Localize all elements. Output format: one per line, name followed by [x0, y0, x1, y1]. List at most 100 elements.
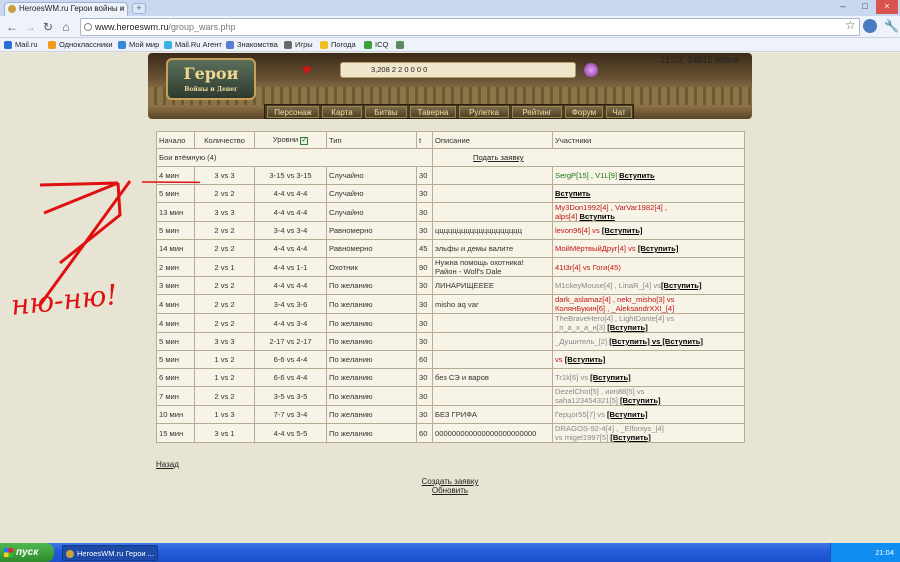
- join-link[interactable]: [Вступить]: [607, 323, 648, 332]
- participant-names[interactable]: dark_aslamaz[4] , nekr_misho[3] vs: [555, 296, 674, 305]
- bookmark-znakomstva[interactable]: Знакомства: [226, 38, 278, 52]
- participant-names[interactable]: saha123454321[5]: [555, 396, 620, 405]
- join-link[interactable]: [Вступить]: [638, 244, 679, 253]
- participant-names[interactable]: DezelChot[5] , иип88[5] vs: [555, 388, 644, 397]
- home-icon[interactable]: ⌂: [58, 19, 74, 35]
- join-link[interactable]: [Вступить] vs [Вступить]: [609, 337, 703, 346]
- join-link[interactable]: [Вступить]: [620, 396, 661, 405]
- cell-text: 30: [419, 318, 428, 328]
- cell-text: 3 vs 3: [214, 207, 235, 217]
- menu-chat[interactable]: Чат: [606, 106, 632, 118]
- minimize-icon[interactable]: –: [832, 0, 854, 14]
- cell-levels: 4-4 vs 4-4: [254, 184, 327, 203]
- join-link[interactable]: Вступить: [555, 189, 590, 198]
- resources-bar: 3,208 2 2 0 0 0 0: [340, 62, 576, 78]
- bookmark-label: Mail.Ru Агент: [175, 40, 222, 49]
- cell-text: 3 vs 3: [214, 337, 235, 346]
- menu-forum[interactable]: Форум: [565, 106, 603, 118]
- create-request-link[interactable]: Создать заявку: [420, 477, 480, 486]
- address-bar[interactable]: www.heroeswm.ru/group_wars.php: [80, 18, 860, 36]
- cell-text: 45: [419, 244, 428, 253]
- bookmark-mailru[interactable]: Mail.ru: [4, 38, 38, 52]
- bookmark-icq[interactable]: ICQ: [364, 38, 388, 52]
- menu-taverna[interactable]: Таверна: [410, 106, 456, 118]
- submit-request-link[interactable]: Подать заявку: [473, 153, 524, 162]
- cell-type: По желанию: [326, 368, 417, 387]
- participant-names[interactable]: M1ckeyMouse[4] , LinaR_[4] vs: [555, 281, 661, 290]
- participant-names[interactable]: _Душитель_[2]: [555, 337, 609, 346]
- participant-names[interactable]: levon96[4] vs: [555, 226, 602, 235]
- cell-count: 1 vs 2: [194, 368, 255, 387]
- join-link[interactable]: [Вступить]: [661, 281, 702, 290]
- menu-bitvy[interactable]: Битвы: [365, 106, 407, 118]
- participant-names[interactable]: КолянБукин[6] , _AleksandrXXI_[4]: [555, 304, 674, 313]
- bookmark-agent[interactable]: Mail.Ru Агент: [164, 38, 222, 52]
- cell-text: Равномерно: [329, 226, 373, 235]
- maximize-icon[interactable]: □: [854, 0, 876, 14]
- participant-names[interactable]: vs migel1997[5]: [555, 433, 610, 442]
- game-logo[interactable]: Герои Войны и Денег: [166, 58, 256, 100]
- cell-participants: levon96[4] vs [Вступить]: [552, 221, 745, 240]
- cell-text: эльфы и демы валите: [435, 244, 514, 253]
- join-link[interactable]: [Вступить]: [590, 373, 631, 382]
- cell-type: Случайно: [326, 166, 417, 185]
- bookmark-extra[interactable]: [396, 38, 407, 52]
- wrench-icon[interactable]: 🔧: [884, 19, 899, 33]
- bookmark-igry[interactable]: Игры: [284, 38, 313, 52]
- bookmark-odnoklassniki[interactable]: Одноклассники: [48, 38, 113, 52]
- join-link[interactable]: [Вступить]: [607, 410, 648, 419]
- bookmark-label: Mail.ru: [15, 40, 38, 49]
- forward-arrow-icon[interactable]: →: [22, 19, 38, 35]
- bookmark-moi-mir[interactable]: Мой мир: [118, 38, 159, 52]
- reload-icon[interactable]: ↻: [40, 19, 56, 35]
- cell-count: 1 vs 3: [194, 405, 255, 424]
- table-row: 14 мин 2 vs 2 4-4 vs 4-4 Равномерно 45 эльфы …: [156, 239, 745, 258]
- refresh-link[interactable]: Обновить: [420, 486, 480, 495]
- participant-names[interactable]: Герцог55[7] vs: [555, 410, 607, 419]
- cell-desc: [432, 184, 553, 203]
- bookmark-pogoda[interactable]: Погода: [320, 38, 356, 52]
- taskbar-browser-item[interactable]: HeroesWM.ru Герои ...: [62, 545, 158, 561]
- menu-ruletka[interactable]: Рулетка: [459, 106, 509, 118]
- cell-text: цццццццццццццццццццц: [435, 226, 522, 235]
- cell-text: 2 vs 2: [214, 244, 235, 253]
- participant-names[interactable]: SergP[15] , V1L[9]: [555, 171, 619, 180]
- cell-text: 30: [419, 299, 428, 309]
- start-button[interactable]: пуск: [0, 543, 54, 562]
- back-link[interactable]: Назад: [156, 460, 179, 469]
- close-window-icon[interactable]: ×: [876, 0, 898, 14]
- participant-names[interactable]: TheBraveHero[4] , LightDante[4] vs: [555, 315, 674, 324]
- participant-names[interactable]: vs: [555, 355, 565, 364]
- col-participants: Участники: [552, 131, 745, 149]
- participant-names[interactable]: alps[4]: [555, 212, 579, 221]
- cell-levels: 4-4 vs 1-1: [254, 257, 327, 277]
- join-link[interactable]: Вступить: [579, 212, 614, 221]
- new-tab-button[interactable]: +: [132, 3, 146, 14]
- menu-personazh[interactable]: Персонаж: [267, 106, 319, 118]
- group-header-row: Бои втёмную (4) Подать заявку: [156, 148, 745, 167]
- cell-type: Равномерно: [326, 221, 417, 240]
- system-tray: 21:04: [830, 543, 900, 562]
- menu-karta[interactable]: Карта: [322, 106, 362, 118]
- join-link[interactable]: [Вступить]: [565, 355, 606, 364]
- join-link[interactable]: [Вступить]: [610, 433, 651, 442]
- participant-names[interactable]: 41t3r[4] vs Гоги(45): [555, 263, 621, 272]
- participant-names[interactable]: Tr1k[6] vs: [555, 373, 590, 382]
- participant-names[interactable]: _п_а_х_а_н[3]: [555, 323, 607, 332]
- table-row: 4 мин 2 vs 2 3-4 vs 3-6 По желанию 30 misho a…: [156, 294, 745, 314]
- close-tab-icon[interactable]: ×: [119, 3, 124, 15]
- cell-text: 3-4 vs 3-6: [273, 299, 308, 309]
- participant-names[interactable]: DRAGOS-92-4[4] , _Elfoniys_[4]: [555, 425, 664, 434]
- bookmark-star-icon[interactable]: ☆: [845, 18, 856, 32]
- participant-names[interactable]: My3Don1992[4] , VarVar1982[4] ,: [555, 204, 667, 213]
- extension-icon[interactable]: [863, 19, 877, 33]
- join-link[interactable]: [Вступить]: [602, 226, 643, 235]
- back-arrow-icon[interactable]: ←: [4, 19, 20, 35]
- join-link[interactable]: Вступить: [619, 171, 654, 180]
- table-row: 5 мин 2 vs 2 3-4 vs 3-4 Равномерно 30 ццццццц…: [156, 221, 745, 240]
- cell-text: 3 vs 1: [214, 428, 235, 438]
- menu-reiting[interactable]: Рейтинг: [512, 106, 562, 118]
- participant-names[interactable]: МойМёртвыйДруг[4] vs: [555, 244, 638, 253]
- browser-tab[interactable]: HeroesWM.ru Герои войны и ×: [4, 2, 128, 16]
- checkbox-icon[interactable]: ✓: [300, 137, 309, 145]
